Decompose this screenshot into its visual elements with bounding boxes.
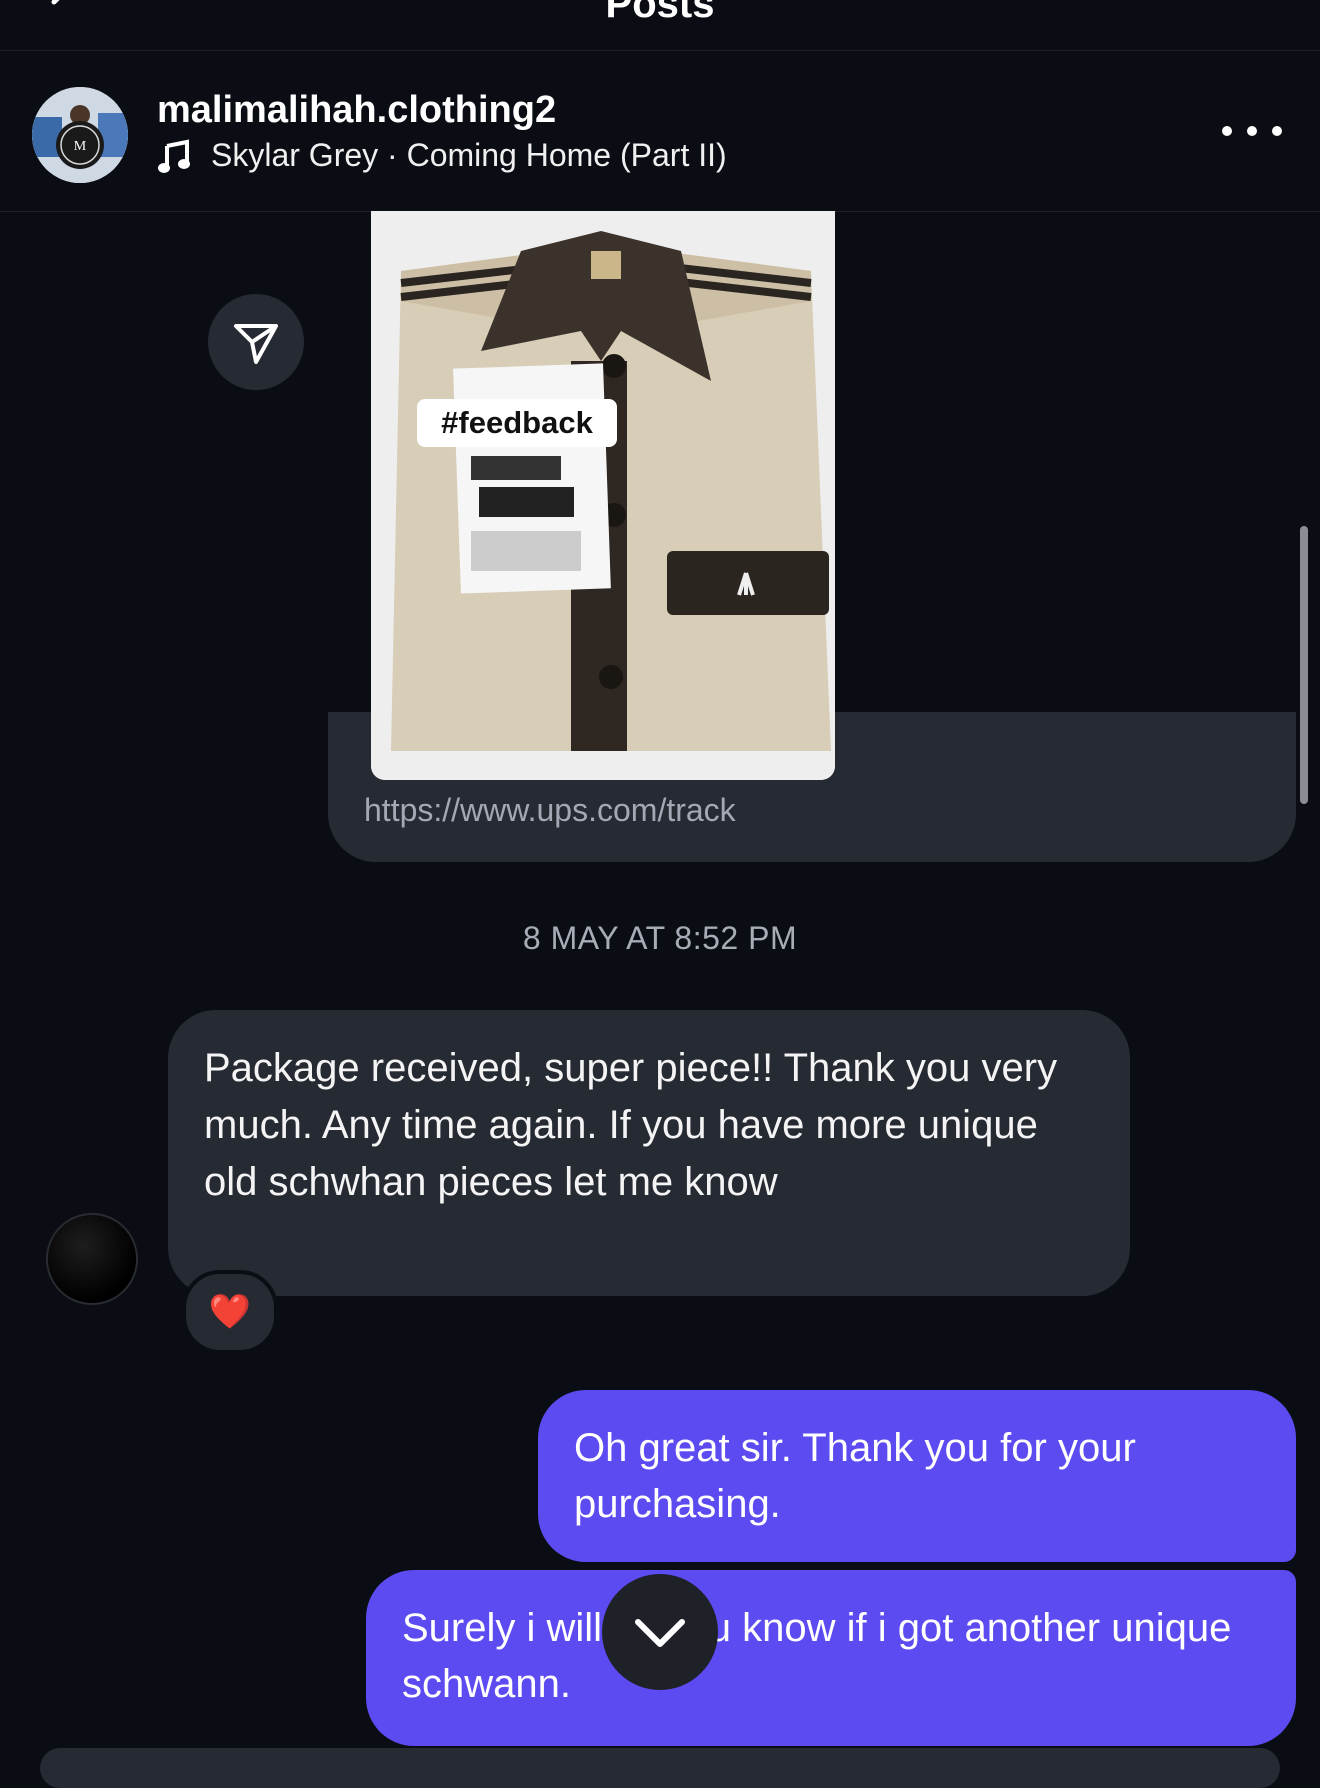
heart-icon: ❤️ [208,1293,252,1331]
scroll-to-bottom-button[interactable] [602,1574,718,1690]
profile-header[interactable]: M malimalihah.clothing2 Skylar Grey · Co… [0,51,1320,212]
music-track[interactable]: Skylar Grey · Coming Home (Part II) [157,137,727,174]
heart-reaction[interactable]: ❤️ [182,1270,278,1354]
profile-avatar[interactable]: M [32,87,128,183]
outgoing-message[interactable]: Surely i will let you know if i got anot… [366,1570,1296,1746]
share-button[interactable] [208,294,304,390]
music-track-label: Skylar Grey · Coming Home (Part II) [211,137,727,173]
music-note-icon [158,139,190,173]
profile-username[interactable]: malimalihah.clothing2 [157,89,556,132]
feedback-sticker: #feedback [417,399,617,447]
message-composer[interactable] [40,1748,1280,1788]
more-options-icon[interactable] [1222,119,1282,143]
scrollbar[interactable] [1300,526,1308,804]
incoming-message[interactable]: Package received, super piece!! Thank yo… [168,1010,1130,1296]
page-title: Posts [605,0,715,26]
chevron-down-icon [635,1619,685,1647]
top-bar: Posts [0,0,1320,51]
svg-text:M: M [74,139,87,154]
outgoing-message[interactable]: Oh great sir. Thank you for your purchas… [538,1390,1296,1562]
message-timestamp: 8 MAY AT 8:52 PM [522,920,798,956]
paper-plane-icon [234,324,278,364]
link-url[interactable]: https://www.ups.com/track [364,792,736,829]
shared-post-image[interactable]: #feedback [371,211,835,780]
sender-avatar[interactable] [48,1215,136,1303]
